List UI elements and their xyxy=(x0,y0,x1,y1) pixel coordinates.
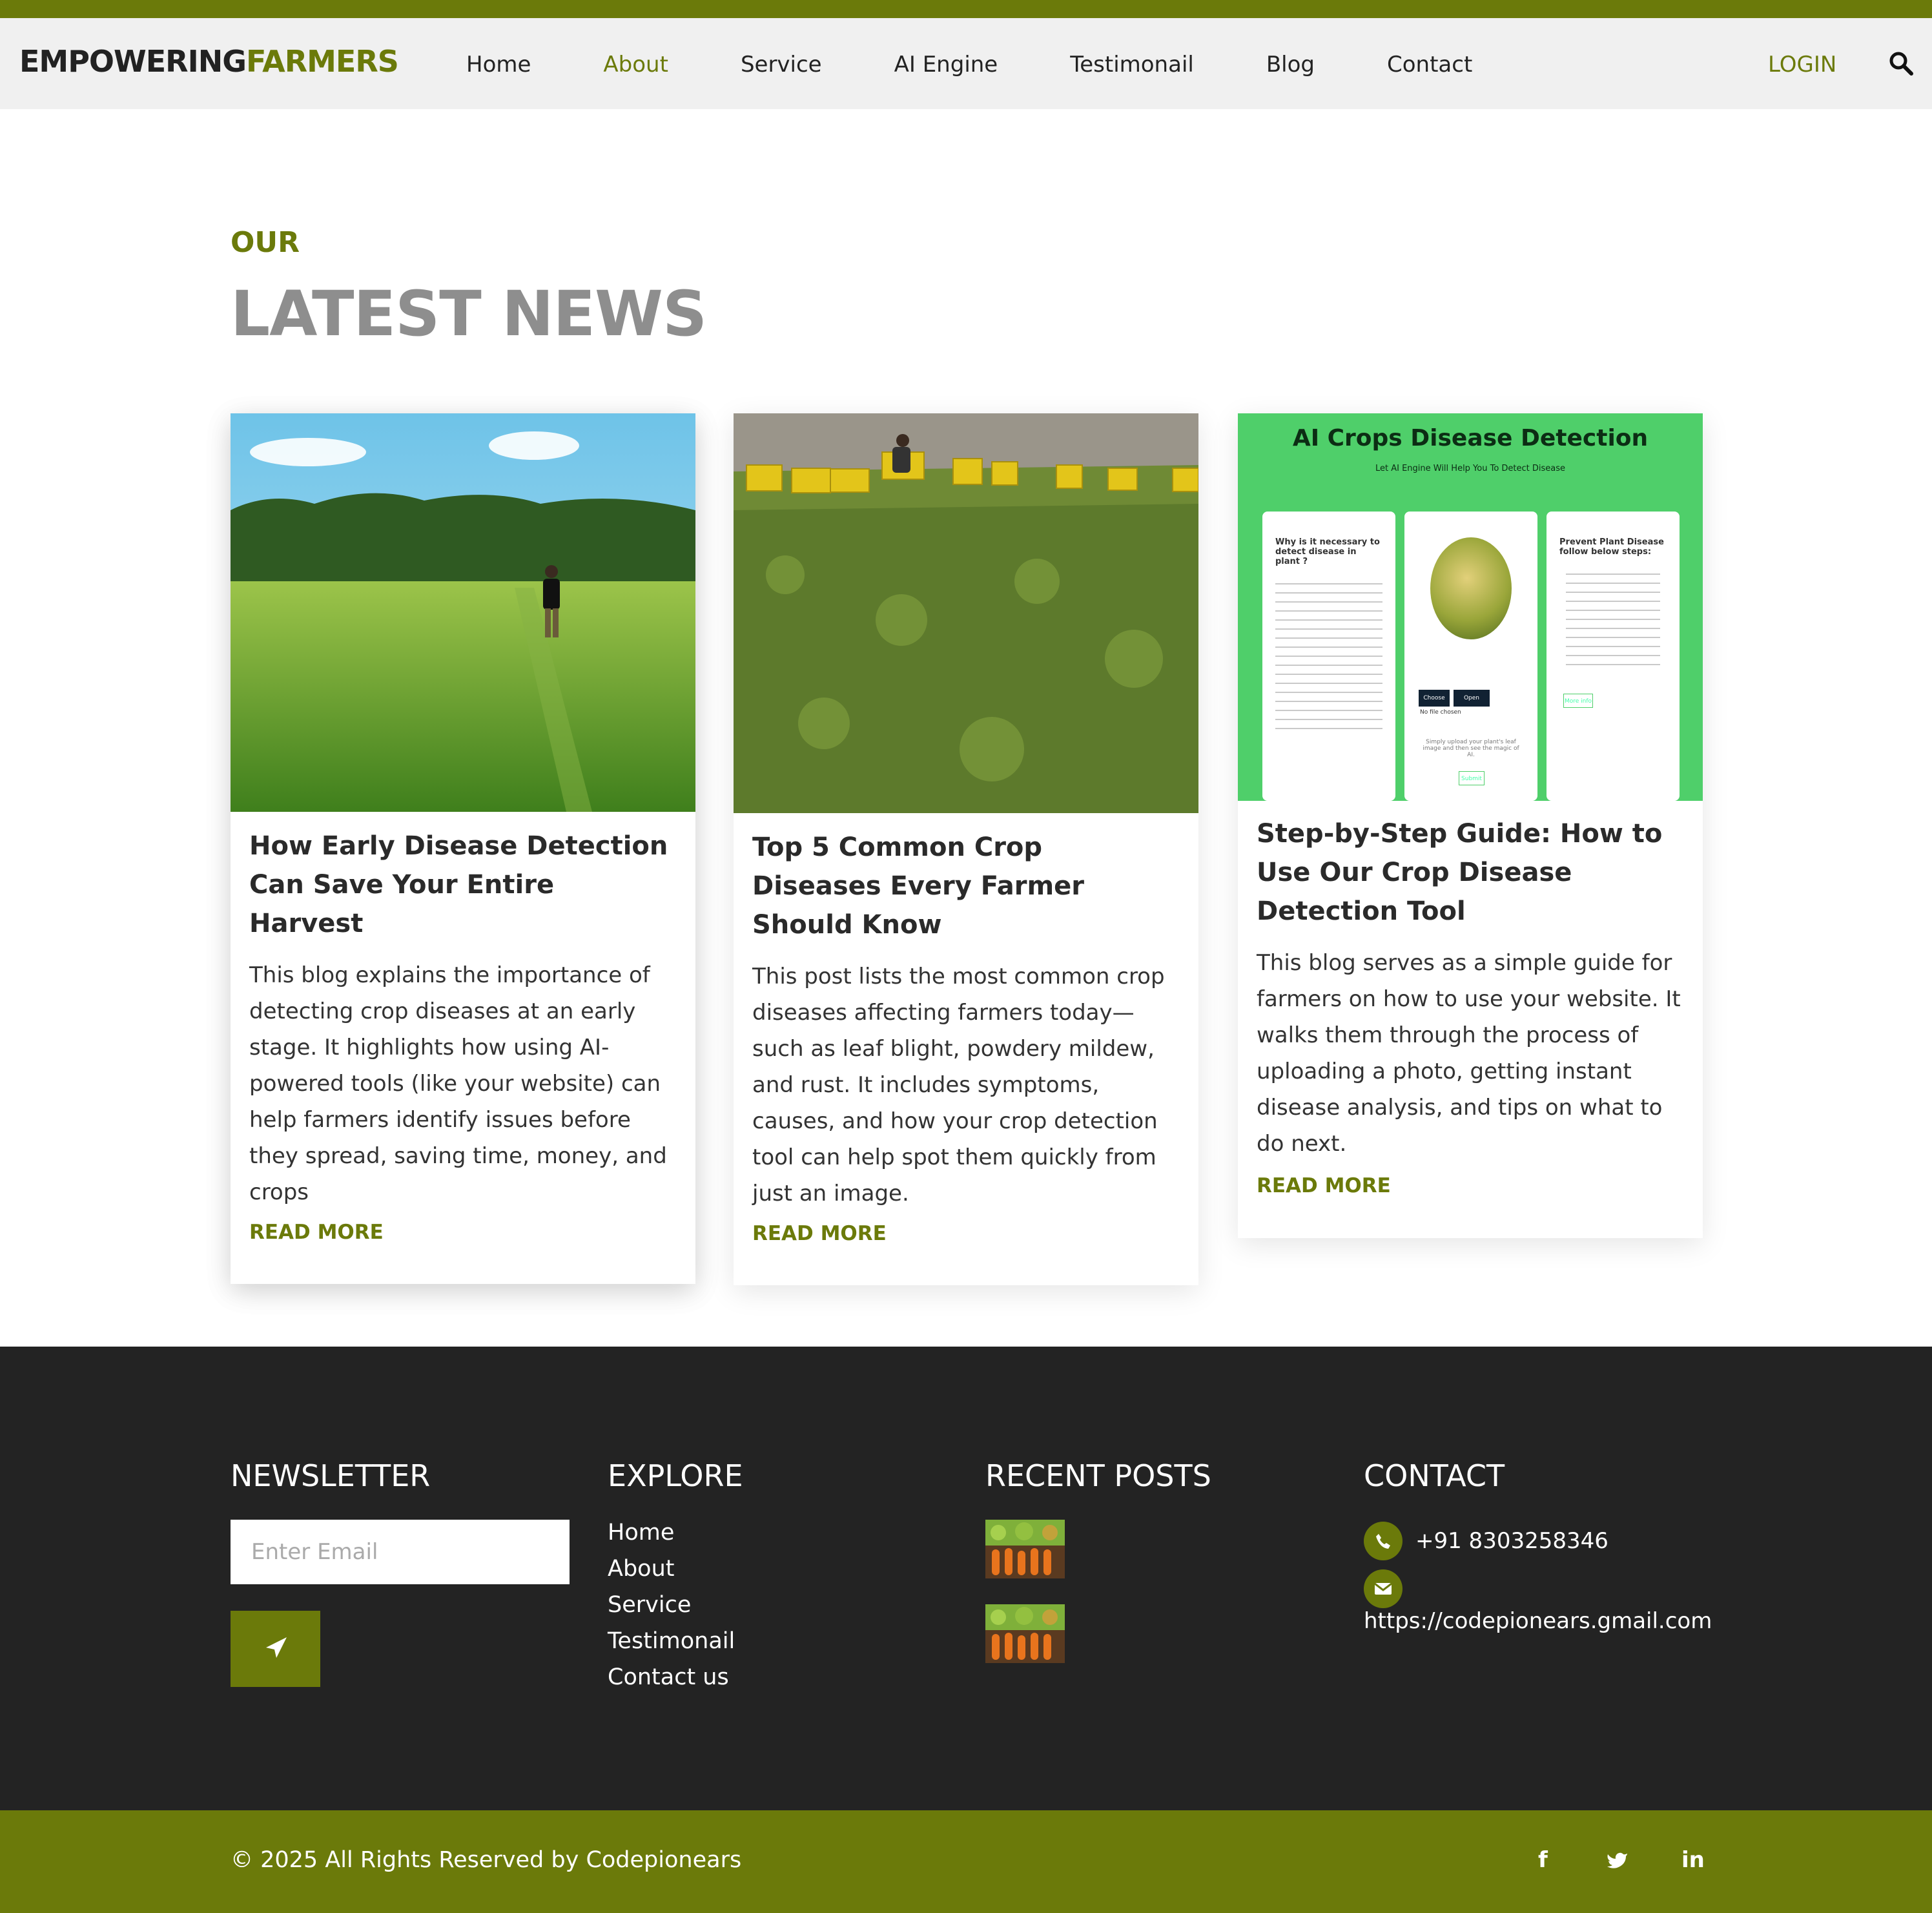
open-camera-button[interactable]: Open Camera xyxy=(1454,690,1490,718)
copyright-text: © 2025 All Rights Reserved by Codepionea… xyxy=(231,1847,742,1873)
logo-part-2: FARMERS xyxy=(245,44,399,79)
facebook-icon[interactable]: f xyxy=(1538,1847,1548,1873)
footer-link-contact[interactable]: Contact us xyxy=(608,1659,735,1695)
screenshot-heading: AI Crops Disease Detection xyxy=(1292,425,1649,451)
card-excerpt: This blog serves as a simple guide for f… xyxy=(1257,950,1681,1157)
logo-part-1: EMPOWERING xyxy=(19,44,247,79)
card-image-harvest xyxy=(734,413,1198,813)
vegetables-thumb xyxy=(985,1604,1065,1663)
top-accent-bar xyxy=(0,0,1932,18)
wheat-image xyxy=(1430,537,1512,639)
explore-links: Home About Service Testimonail Contact u… xyxy=(608,1515,735,1695)
news-card-1: How Early Disease Detection Can Save You… xyxy=(231,413,695,1284)
recent-posts-title: RECENT POSTS xyxy=(985,1458,1211,1493)
news-card-3: AI Crops Disease Detection Let AI Engine… xyxy=(1238,413,1703,1238)
card-image-field xyxy=(231,413,695,812)
phone-icon xyxy=(1364,1522,1403,1560)
card-title[interactable]: How Early Disease Detection Can Save You… xyxy=(249,827,677,943)
search-icon[interactable] xyxy=(1888,50,1914,76)
contact-title: CONTACT xyxy=(1364,1458,1505,1493)
envelope-icon xyxy=(1364,1569,1403,1608)
harvest-photo xyxy=(734,413,1198,813)
no-file-text: No file chosen xyxy=(1420,709,1461,716)
footer-link-about[interactable]: About xyxy=(608,1551,735,1587)
nav-contact[interactable]: Contact xyxy=(1387,52,1472,78)
card-image-ai-tool: AI Crops Disease Detection Let AI Engine… xyxy=(1238,413,1703,801)
contact-phone[interactable]: +91 8303258346 xyxy=(1415,1528,1608,1554)
footer-link-service[interactable]: Service xyxy=(608,1587,735,1623)
footer-link-testimonial[interactable]: Testimonail xyxy=(608,1623,735,1659)
contact-email[interactable]: https://codepionears.gmail.com xyxy=(1364,1608,1712,1634)
nav-ai-engine[interactable]: AI Engine xyxy=(894,52,998,78)
screenshot-right-title: Prevent Plant Disease follow below steps… xyxy=(1559,537,1664,557)
section-title: LATEST NEWS xyxy=(231,278,707,350)
nav-blog[interactable]: Blog xyxy=(1266,52,1315,78)
news-card-2: Top 5 Common Crop Diseases Every Farmer … xyxy=(734,413,1198,1285)
nav-testimonial[interactable]: Testimonail xyxy=(1070,52,1194,78)
recent-post-thumbnail[interactable] xyxy=(985,1520,1065,1578)
card-excerpt: This blog explains the importance of det… xyxy=(249,962,667,1205)
site-logo[interactable]: EMPOWERINGFARMERS xyxy=(19,44,399,79)
screenshot-middle-panel: Choose File Open Camera No file chosen S… xyxy=(1404,512,1537,801)
main-nav: Home About Service AI Engine Testimonail… xyxy=(466,52,1545,78)
read-more-link[interactable]: READ MORE xyxy=(1257,1174,1391,1197)
card-title[interactable]: Step-by-Step Guide: How to Use Our Crop … xyxy=(1257,814,1684,931)
card-title[interactable]: Top 5 Common Crop Diseases Every Farmer … xyxy=(752,828,1180,944)
section-kicker: OUR xyxy=(231,226,300,259)
more-info-button[interactable]: More info xyxy=(1563,694,1593,708)
contact-phone-row: +91 8303258346 xyxy=(1364,1522,1608,1560)
nav-about[interactable]: About xyxy=(603,52,668,78)
nav-home[interactable]: Home xyxy=(466,52,531,78)
upload-hint: Simply upload your plant's leaf image an… xyxy=(1423,739,1519,758)
submit-button[interactable]: Submit xyxy=(1459,771,1485,785)
choose-file-button[interactable]: Choose File xyxy=(1419,690,1450,718)
screenshot-subheading: Let AI Engine Will Help You To Detect Di… xyxy=(1375,464,1566,473)
screenshot-right-lines xyxy=(1566,566,1660,669)
screenshot-right-panel: Prevent Plant Disease follow below steps… xyxy=(1547,512,1680,801)
recent-post-thumbnail[interactable] xyxy=(985,1604,1065,1663)
nav-service[interactable]: Service xyxy=(741,52,822,78)
linkedin-icon[interactable]: in xyxy=(1681,1847,1705,1873)
send-icon xyxy=(265,1637,287,1658)
read-more-link[interactable]: READ MORE xyxy=(249,1221,384,1244)
footer-link-home[interactable]: Home xyxy=(608,1515,735,1551)
field-photo xyxy=(231,413,695,812)
read-more-link[interactable]: READ MORE xyxy=(752,1222,887,1245)
screenshot-left-lines xyxy=(1275,575,1382,730)
screenshot-left-panel: Why is it necessary to detect disease in… xyxy=(1262,512,1395,801)
screenshot-left-title: Why is it necessary to detect disease in… xyxy=(1275,537,1380,566)
newsletter-email-input[interactable] xyxy=(231,1520,570,1584)
login-link[interactable]: LOGIN xyxy=(1768,52,1836,78)
card-excerpt: This post lists the most common crop dis… xyxy=(752,964,1165,1206)
site-header: EMPOWERINGFARMERS Home About Service AI … xyxy=(0,18,1932,109)
newsletter-submit-button[interactable] xyxy=(231,1611,320,1687)
twitter-icon[interactable] xyxy=(1607,1851,1629,1869)
vegetables-thumb xyxy=(985,1520,1065,1578)
explore-title: EXPLORE xyxy=(608,1458,743,1493)
newsletter-title: NEWSLETTER xyxy=(231,1458,431,1493)
